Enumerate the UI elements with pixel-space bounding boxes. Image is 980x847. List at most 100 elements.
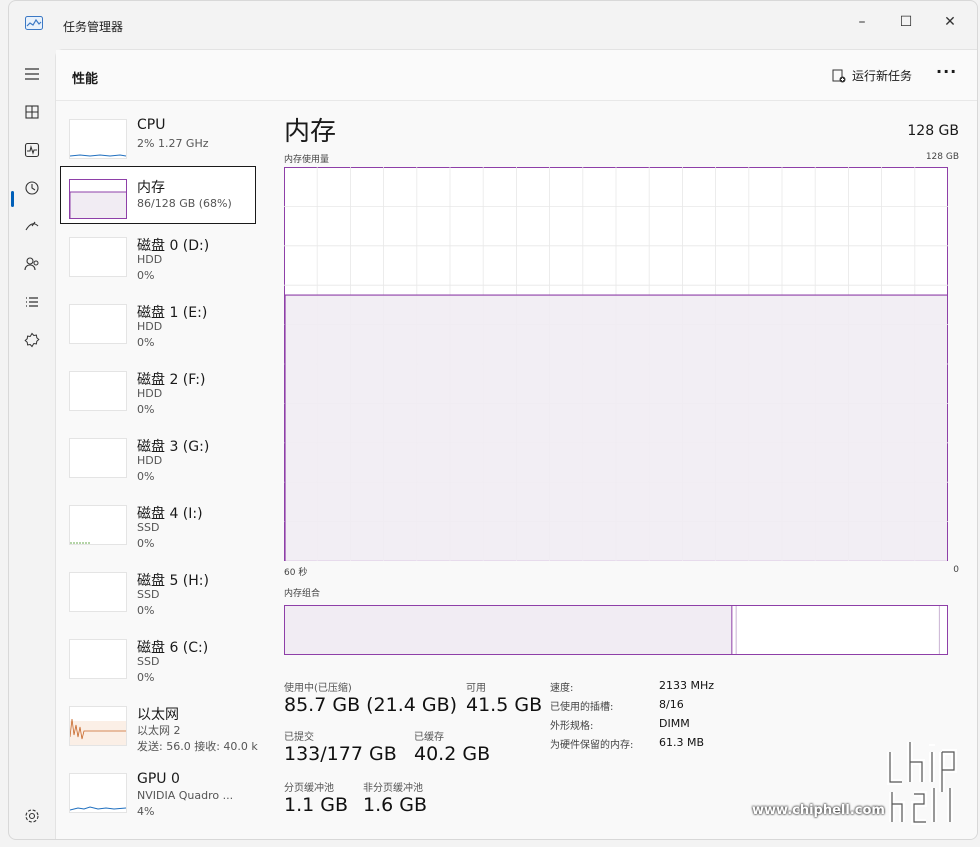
- sidebar-item-disk-3[interactable]: 磁盘 3 (G:) HDD 0%: [61, 426, 255, 483]
- sidebar-item-disk-5[interactable]: 磁盘 5 (H:) SSD 0%: [61, 560, 255, 617]
- committed-label: 已提交: [284, 732, 314, 743]
- task-manager-window: 任务管理器 – ☐ ✕ 性能 运行新任务 ··· CPU 2% 1.27 GHz…: [8, 0, 978, 840]
- sidebar-item-usage: 0%: [137, 403, 155, 416]
- sidebar-item-type: SSD: [137, 521, 160, 534]
- sidebar-item-label: 磁盘 6 (C:): [137, 640, 209, 656]
- sidebar-item-label: 内存: [137, 180, 165, 196]
- sidebar-item-usage: 0%: [137, 537, 155, 550]
- sidebar-item-label: 以太网: [137, 707, 179, 723]
- x-axis-right-label: 0: [953, 565, 959, 575]
- sidebar-item-adapter: 以太网 2: [137, 724, 181, 737]
- sidebar-item-disk-6[interactable]: 磁盘 6 (C:) SSD 0%: [61, 627, 255, 684]
- usage-graph-max: 128 GB: [925, 152, 959, 162]
- minimize-button[interactable]: –: [839, 7, 885, 37]
- hardware-reserved-label: 为硬件保留的内存:: [550, 740, 634, 751]
- sidebar-item-usage: 0%: [137, 269, 155, 282]
- sidebar-item-usage: 0%: [137, 604, 155, 617]
- form-factor-value: DIMM: [659, 717, 690, 730]
- sidebar-item-throughput: 发送: 56.0 接收: 40.0 k: [137, 740, 258, 753]
- memory-usage-graph: [284, 167, 948, 561]
- sidebar-item-label: 磁盘 1 (E:): [137, 305, 208, 321]
- sidebar-item-label: 磁盘 3 (G:): [137, 439, 210, 455]
- hamburger-button[interactable]: [17, 59, 47, 89]
- maximize-button[interactable]: ☐: [883, 7, 929, 37]
- usage-graph-label: 内存使用量: [284, 155, 330, 165]
- services-icon: [24, 332, 40, 348]
- chiphell-watermark-logo: [887, 742, 957, 825]
- sidebar-item-cpu[interactable]: CPU 2% 1.27 GHz: [61, 107, 255, 163]
- task-manager-app-icon: [25, 16, 43, 30]
- disk-thumbnail: [69, 639, 127, 679]
- users-icon: [24, 257, 39, 271]
- startup-icon: [25, 221, 39, 231]
- sidebar-item-disk-2[interactable]: 磁盘 2 (F:) HDD 0%: [61, 359, 255, 416]
- in-use-value: 85.7 GB (21.4 GB): [284, 694, 458, 716]
- composition-in-use: [285, 606, 732, 654]
- nav-active-indicator: [11, 191, 14, 207]
- maximize-icon: ☐: [899, 14, 913, 30]
- sidebar-item-disk-1[interactable]: 磁盘 1 (E:) HDD 0%: [61, 292, 255, 349]
- sidebar-item-type: HDD: [137, 320, 163, 333]
- nav-details[interactable]: [17, 287, 47, 317]
- committed-value: 133/177 GB: [284, 743, 397, 765]
- history-icon: [25, 181, 39, 195]
- nav-processes[interactable]: [17, 97, 47, 127]
- memory-composition-bar: [284, 605, 948, 655]
- total-memory: 128 GB: [907, 123, 959, 139]
- usage-area: [285, 295, 947, 561]
- hardware-reserved-value: 61.3 MB: [659, 736, 705, 749]
- gpu-thumbnail: [69, 773, 127, 813]
- sidebar-item-label: GPU 0: [137, 771, 180, 787]
- paged-pool-value: 1.1 GB: [284, 794, 349, 816]
- sidebar-item-memory[interactable]: 内存 86/128 GB (68%): [60, 166, 256, 224]
- sidebar-item-usage: 0%: [137, 336, 155, 349]
- watermark-text: www.chiphell.com: [752, 803, 885, 818]
- performance-icon: [24, 142, 40, 158]
- sidebar-item-disk-0[interactable]: 磁盘 0 (D:) HDD 0%: [61, 225, 255, 282]
- disk-thumbnail: [69, 505, 127, 545]
- cached-value: 40.2 GB: [414, 743, 491, 765]
- disk-thumbnail: [69, 237, 127, 277]
- nav-app-history[interactable]: [17, 173, 47, 203]
- sidebar-item-usage: 0%: [137, 470, 155, 483]
- cached-label: 已缓存: [414, 732, 444, 743]
- speed-label: 速度:: [550, 683, 574, 694]
- available-label: 可用: [466, 683, 486, 694]
- sidebar-item-detail: 86/128 GB (68%): [137, 197, 232, 210]
- nav-services[interactable]: [17, 325, 47, 355]
- sidebar-item-ethernet[interactable]: 以太网 以太网 2 发送: 56.0 接收: 40.0 k: [61, 694, 258, 753]
- hamburger-icon: [25, 68, 39, 80]
- sidebar-item-usage: 4%: [137, 805, 155, 818]
- title-bar: 任务管理器 – ☐ ✕: [9, 1, 977, 49]
- memory-thumbnail: [69, 179, 127, 219]
- nav-users[interactable]: [17, 249, 47, 279]
- sidebar-item-type: HDD: [137, 387, 163, 400]
- more-options-button[interactable]: ···: [936, 62, 957, 81]
- sidebar-item-label: 磁盘 2 (F:): [137, 372, 206, 388]
- sidebar-item-disk-4[interactable]: 磁盘 4 (I:) SSD 0%: [61, 493, 255, 550]
- close-button[interactable]: ✕: [927, 7, 973, 37]
- nav-startup[interactable]: [17, 211, 47, 241]
- nav-performance[interactable]: [17, 135, 47, 165]
- sidebar-item-label: CPU: [137, 117, 166, 133]
- run-new-task-button[interactable]: 运行新任务: [832, 67, 912, 84]
- nonpaged-pool-value: 1.6 GB: [363, 794, 428, 816]
- disk-thumbnail: [69, 304, 127, 344]
- disk-thumbnail: [69, 438, 127, 478]
- available-value: 41.5 GB: [466, 694, 543, 716]
- processes-icon: [25, 105, 39, 119]
- sidebar-item-type: HDD: [137, 253, 163, 266]
- sidebar-item-model: NVIDIA Quadro ...: [137, 789, 234, 802]
- settings-icon: [25, 809, 39, 823]
- disk-thumbnail: [69, 371, 127, 411]
- form-factor-label: 外形规格:: [550, 721, 594, 732]
- slots-label: 已使用的插槽:: [550, 702, 614, 713]
- run-task-icon: [832, 69, 846, 82]
- close-icon: ✕: [944, 14, 956, 30]
- nav-settings[interactable]: [17, 801, 47, 831]
- window-title: 任务管理器: [63, 20, 124, 34]
- x-axis-left-label: 60 秒: [284, 568, 308, 578]
- sidebar-item-gpu[interactable]: GPU 0 NVIDIA Quadro ... 4%: [61, 761, 255, 818]
- panel-title: 内存: [284, 117, 337, 147]
- sidebar-item-detail: 2% 1.27 GHz: [137, 137, 209, 150]
